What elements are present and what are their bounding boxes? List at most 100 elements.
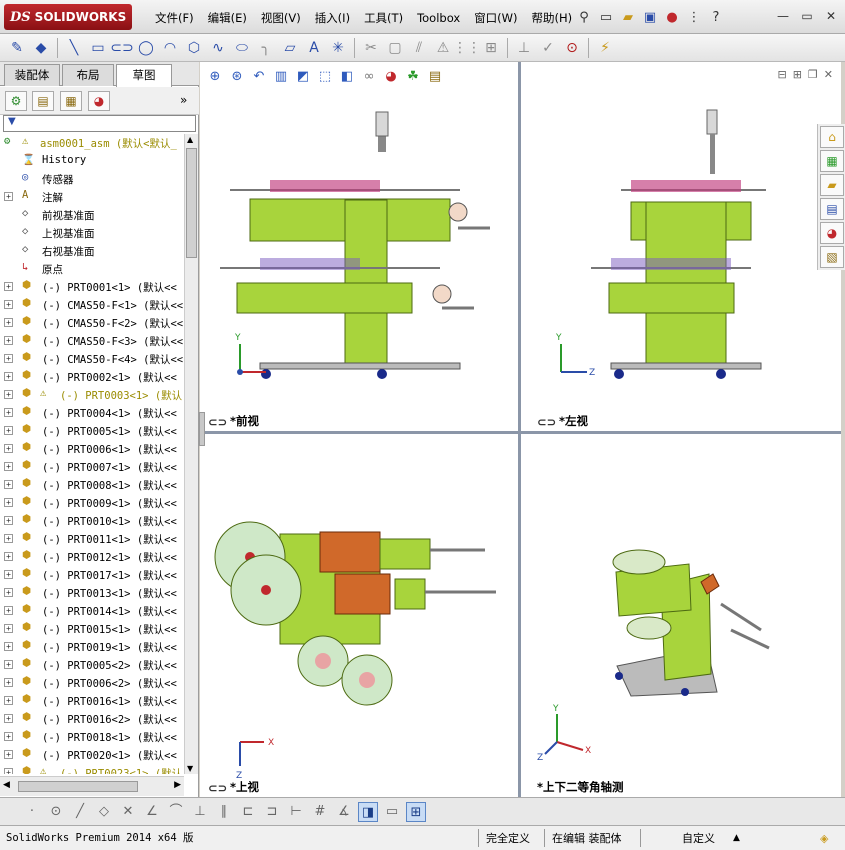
tree-item[interactable]: + ⬢ (-) CMAS50-F<1> (默认<< xyxy=(0,296,184,314)
close-icon[interactable]: ✕ xyxy=(823,8,839,24)
expand-toggle-icon[interactable]: + xyxy=(4,444,13,453)
panel-collapse-handle[interactable] xyxy=(199,412,205,446)
angle-snap-icon[interactable]: ∡ xyxy=(334,802,354,822)
smart-dimension-icon[interactable]: ◆ xyxy=(30,37,52,59)
expand-toggle-icon[interactable]: + xyxy=(4,624,13,633)
viewport-front[interactable]: Y ⊂⊃ *前视 xyxy=(200,62,518,431)
point-icon[interactable]: · xyxy=(22,802,42,822)
grid-icon[interactable]: # xyxy=(310,802,330,822)
circle-icon[interactable]: ◯ xyxy=(135,37,157,59)
viewport-splitter-vertical[interactable] xyxy=(518,62,521,797)
parallel-icon[interactable]: ∥ xyxy=(214,802,234,822)
scroll-left-icon[interactable]: ◀ xyxy=(3,780,10,790)
menu-edit[interactable]: 编辑(E) xyxy=(201,9,254,27)
tree-item[interactable]: + ⬢ (-) PRT0006<2> (默认<< xyxy=(0,674,184,692)
help-icon[interactable]: ? xyxy=(707,8,725,26)
tree-item[interactable]: + ⬢ (-) PRT0017<1> (默认<< xyxy=(0,566,184,584)
tab-layout[interactable]: 布局 xyxy=(62,64,114,86)
expand-toggle-icon[interactable]: + xyxy=(4,516,13,525)
menu-view[interactable]: 视图(V) xyxy=(254,9,308,27)
tree-horizontal-scrollbar[interactable]: ◀ ▶ xyxy=(0,776,184,796)
restore-viewport-icon[interactable]: ❐ xyxy=(808,68,818,81)
solidworks-resources-icon[interactable]: ⌂ xyxy=(820,126,844,148)
tree-item[interactable]: + ⬢ (-) PRT0019<1> (默认<< xyxy=(0,638,184,656)
split-vertical-icon[interactable]: ⊞ xyxy=(793,68,802,81)
point-icon[interactable]: ✳ xyxy=(327,37,349,59)
rectangle-icon[interactable]: ▭ xyxy=(87,37,109,59)
tree-vertical-scrollbar[interactable]: ▲ ▼ xyxy=(184,134,198,774)
appearances-icon[interactable]: ◕ xyxy=(820,222,844,244)
expand-toggle-icon[interactable]: + xyxy=(4,768,13,774)
apply-scene-icon[interactable]: ☘ xyxy=(404,68,422,86)
featuremanager-icon[interactable]: ⚙ xyxy=(5,91,27,111)
expand-toggle-icon[interactable]: + xyxy=(4,300,13,309)
tree-item[interactable]: + ⬢ (-) PRT0005<2> (默认<< xyxy=(0,656,184,674)
expand-toggle-icon[interactable]: + xyxy=(4,462,13,471)
tree-item[interactable]: + ⬢ (-) PRT0014<1> (默认<< xyxy=(0,602,184,620)
expand-toggle-icon[interactable]: + xyxy=(4,570,13,579)
restore-icon[interactable]: ▭ xyxy=(799,8,815,24)
tree-item[interactable]: + ⬢ (-) PRT0016<2> (默认<< xyxy=(0,710,184,728)
expand-toggle-icon[interactable]: + xyxy=(4,534,13,543)
tree-item[interactable]: + ⬢ (-) PRT0013<1> (默认<< xyxy=(0,584,184,602)
tree-item[interactable]: + ⬢ ⚠ (-) PRT0023<1> (默认 xyxy=(0,764,184,774)
new-document-icon[interactable]: ▭ xyxy=(597,8,615,26)
expand-toggle-icon[interactable]: + xyxy=(4,282,13,291)
horizontal-icon[interactable]: ⊏ xyxy=(238,802,258,822)
ellipse-icon[interactable]: ⬭ xyxy=(231,37,253,59)
rapid-sketch-icon[interactable]: ⚡ xyxy=(594,37,616,59)
tree-item[interactable]: ⌛ History xyxy=(0,152,184,170)
menu-insert[interactable]: 插入(I) xyxy=(308,9,357,27)
repair-sketch-icon[interactable]: ✓ xyxy=(537,37,559,59)
rebuild-traffic-light-icon[interactable]: ● xyxy=(663,8,681,26)
tree-item[interactable]: + ⬢ (-) PRT0007<1> (默认<< xyxy=(0,458,184,476)
mirror-icon[interactable]: ⚠ xyxy=(432,37,454,59)
scroll-up-icon[interactable]: ▲ xyxy=(187,135,193,144)
viewport-isometric[interactable]: Y X Z *上下二等角轴测 xyxy=(521,434,841,797)
expand-toggle-icon[interactable]: + xyxy=(4,678,13,687)
expand-toggle-icon[interactable]: + xyxy=(4,480,13,489)
previous-view-icon[interactable]: ↶ xyxy=(250,68,268,86)
tree-item[interactable]: + ⬢ (-) PRT0020<1> (默认<< xyxy=(0,746,184,764)
tree-item[interactable]: + ⬢ (-) PRT0002<1> (默认<< xyxy=(0,368,184,386)
tree-item[interactable]: + ⬢ (-) PRT0008<1> (默认<< xyxy=(0,476,184,494)
tree-root-assembly[interactable]: ⚙ ⚠ asm0001_asm (默认<默认_ xyxy=(0,134,184,152)
expand-toggle-icon[interactable]: + xyxy=(4,750,13,759)
circle-snap-icon[interactable]: ⊙ xyxy=(46,802,66,822)
menu-tools[interactable]: 工具(T) xyxy=(357,9,410,27)
tag-icon[interactable]: ◈ xyxy=(820,830,828,847)
expand-toggle-icon[interactable]: + xyxy=(4,606,13,615)
expand-toggle-icon[interactable]: + xyxy=(4,552,13,561)
tree-item[interactable]: + ⬢ (-) PRT0012<1> (默认<< xyxy=(0,548,184,566)
tree-item[interactable]: ◎ 传感器 xyxy=(0,170,184,188)
tab-sketch[interactable]: 草图 xyxy=(116,64,172,87)
options-icon[interactable]: ⋮ xyxy=(685,8,703,26)
design-library-icon[interactable]: ▦ xyxy=(820,150,844,172)
save-icon[interactable]: ▣ xyxy=(641,8,659,26)
close-viewport-icon[interactable]: ✕ xyxy=(824,68,833,81)
pin-icon[interactable]: ⚲ xyxy=(575,8,593,26)
tree-item[interactable]: + ⬢ (-) CMAS50-F<3> (默认<< xyxy=(0,332,184,350)
tree-item[interactable]: + ⬢ (-) PRT0015<1> (默认<< xyxy=(0,620,184,638)
expand-toggle-icon[interactable]: + xyxy=(4,390,13,399)
view-settings-icon[interactable]: ▤ xyxy=(426,68,444,86)
four-view-icon[interactable]: ⊞ xyxy=(406,802,426,822)
displaymanager-icon[interactable]: ◕ xyxy=(88,91,110,111)
tree-item[interactable]: + ⬢ (-) CMAS50-F<2> (默认<< xyxy=(0,314,184,332)
propertymanager-icon[interactable]: ▤ xyxy=(32,91,54,111)
plane-icon[interactable]: ▱ xyxy=(279,37,301,59)
sketch-icon[interactable]: ✎ xyxy=(6,37,28,59)
convert-entities-icon[interactable]: ▢ xyxy=(384,37,406,59)
viewport-splitter-horizontal[interactable] xyxy=(200,431,841,434)
solidworks-logo[interactable]: DS SOLIDWORKS xyxy=(4,4,132,30)
shaded-view-icon[interactable]: ◨ xyxy=(358,802,378,822)
configurationmanager-icon[interactable]: ▦ xyxy=(60,91,82,111)
expand-toggle-icon[interactable]: + xyxy=(4,408,13,417)
tree-item[interactable]: + ⬢ (-) PRT0011<1> (默认<< xyxy=(0,530,184,548)
relations-icon[interactable]: ⊥ xyxy=(513,37,535,59)
menu-toolbox[interactable]: Toolbox xyxy=(410,9,467,27)
section-view-icon[interactable]: ▥ xyxy=(272,68,290,86)
viewport-left[interactable]: Y Z ⊟ ⊞ ❐ ✕ ⊂⊃ *左视 xyxy=(521,62,841,431)
scroll-thumb[interactable] xyxy=(186,148,197,258)
expand-toggle-icon[interactable]: + xyxy=(4,336,13,345)
